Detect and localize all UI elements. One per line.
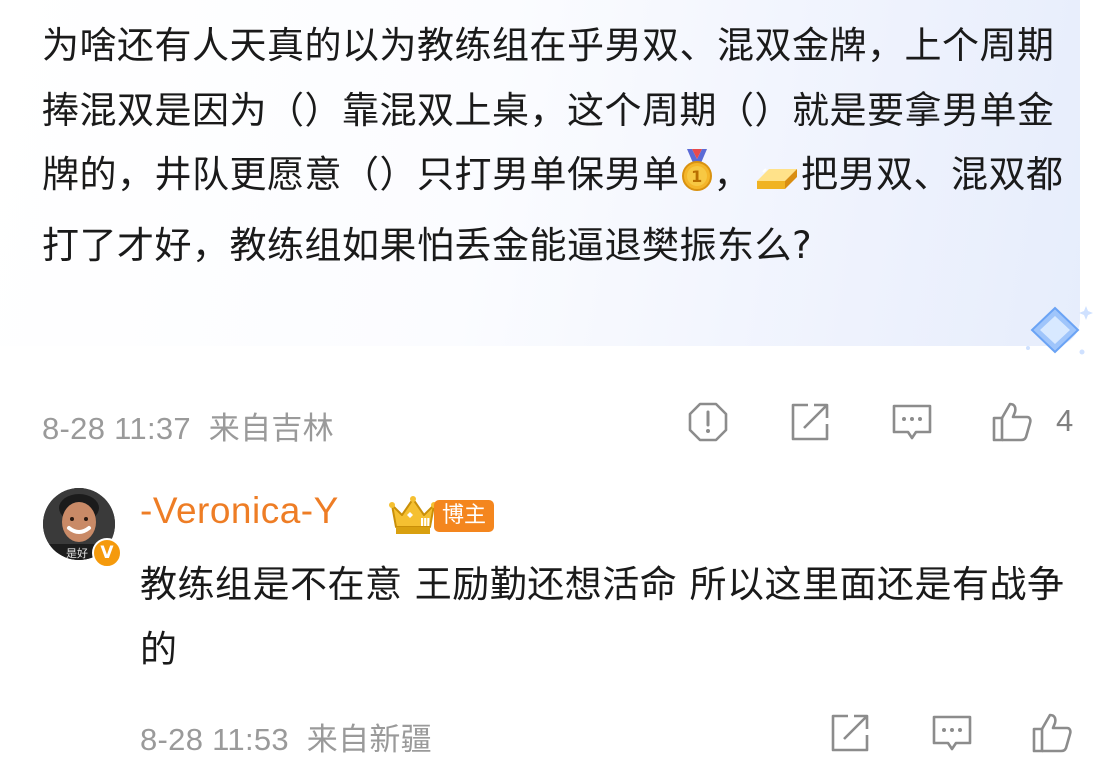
like-button[interactable] — [990, 400, 1034, 444]
reply-comment-button[interactable] — [930, 711, 974, 755]
reply-author-name[interactable]: -Veronica-Y — [140, 490, 339, 532]
svg-text:1: 1 — [691, 167, 703, 186]
reply-timestamp: 8-28 11:53 — [140, 722, 289, 757]
comment-icon — [932, 715, 972, 751]
reply-share-button[interactable] — [828, 711, 872, 755]
comment-text: 为啥还有人天真的以为教练组在乎男双、混双金牌，上个周期捧混双是因为（）靠混双上桌… — [42, 14, 1072, 278]
reply-location: 来自新疆 — [306, 722, 432, 757]
comment-icon — [892, 404, 932, 440]
share-icon — [791, 403, 829, 441]
crown-level-icon: Ⅲ — [388, 493, 438, 541]
comment-location: 来自吉林 — [208, 411, 334, 446]
crown-level-label: Ⅲ — [420, 516, 430, 529]
blogger-tag: 博主 — [434, 500, 495, 532]
reply-meta: 8-28 11:53 来自新疆 — [140, 714, 432, 759]
reply-like-button[interactable] — [1030, 711, 1074, 755]
report-icon — [688, 402, 728, 442]
like-icon — [992, 402, 1032, 442]
comment-text-part2: ， — [713, 153, 751, 196]
comment-button[interactable] — [890, 400, 934, 444]
share-button[interactable] — [788, 400, 832, 444]
first-place-medal-icon: 1 — [680, 149, 714, 214]
like-count: 4 — [1056, 403, 1074, 438]
verified-badge: V — [92, 538, 122, 568]
reply-text: 教练组是不在意 王励勤还想活命 所以这里面还是有战争的 — [140, 563, 1065, 671]
comment-meta: 8-28 11:37 来自吉林 — [42, 403, 334, 448]
report-button[interactable] — [686, 400, 730, 444]
diamond-sparkle-icon — [1020, 300, 1100, 364]
share-icon — [831, 714, 869, 752]
avatar-caption: 是好 — [66, 546, 88, 560]
comment-timestamp: 8-28 11:37 — [42, 411, 191, 446]
gold-bar-icon — [751, 149, 801, 214]
like-icon — [1032, 713, 1072, 753]
